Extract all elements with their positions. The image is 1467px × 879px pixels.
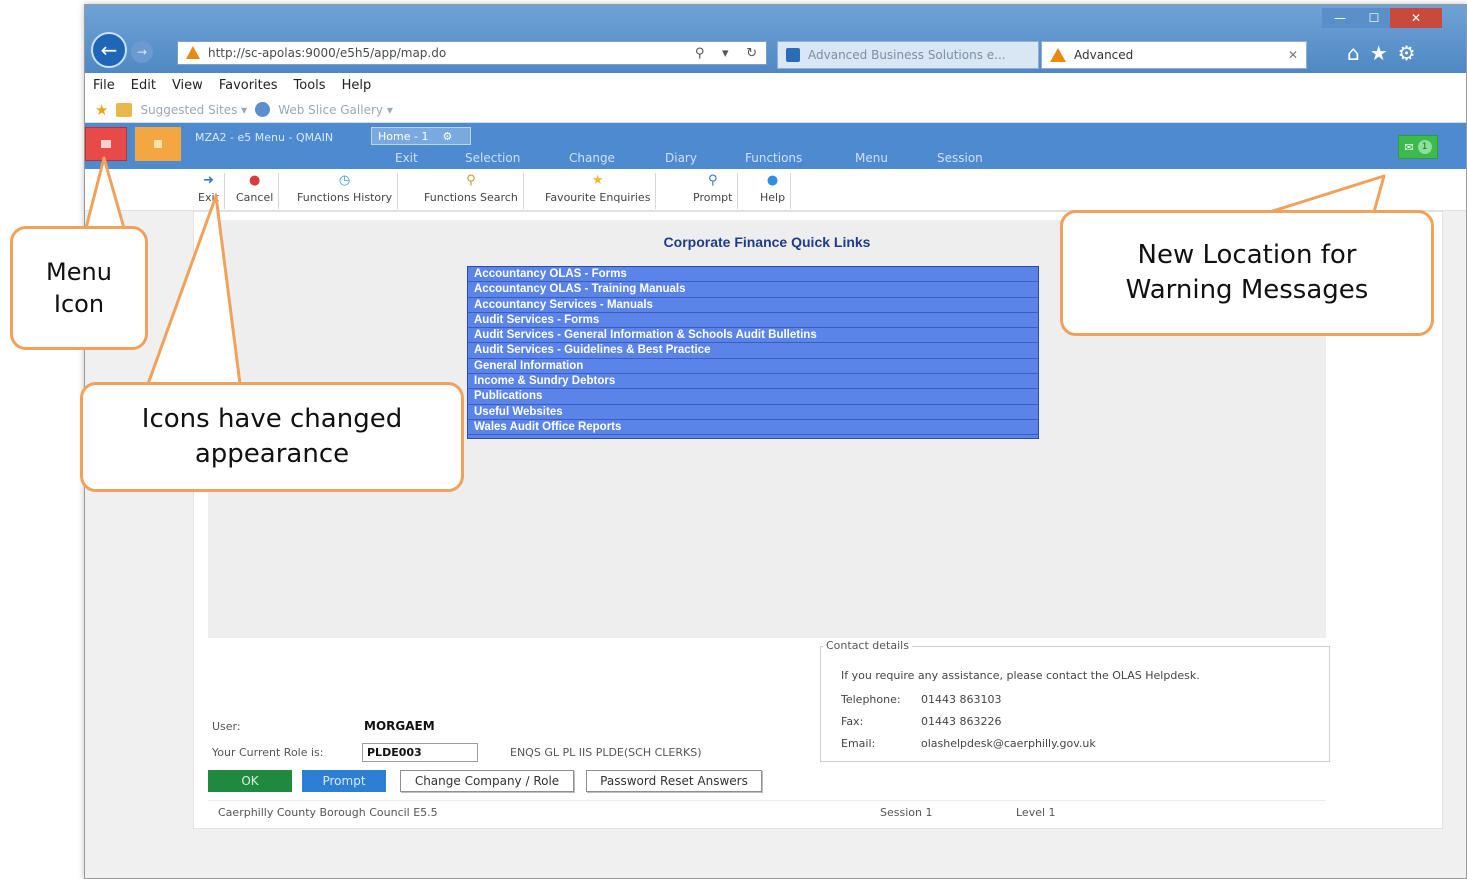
callout-icons-changed: Icons have changed appearance <box>80 382 464 492</box>
site-logo-icon <box>184 46 202 60</box>
functions-history-button[interactable]: ◷ Functions History <box>292 173 399 209</box>
star-icon: ★ <box>591 173 604 188</box>
prompt-submit-button[interactable]: Prompt <box>302 770 386 792</box>
favorites-star-icon[interactable]: ★ <box>1370 41 1388 65</box>
footer-level: Level 1 <box>1016 806 1056 819</box>
nav-functions[interactable]: Functions <box>745 151 802 165</box>
quick-link-item[interactable]: Accountancy OLAS - Training Manuals <box>468 282 1038 298</box>
message-count-badge: 1 <box>1417 140 1432 154</box>
nav-menu[interactable]: Menu <box>855 151 888 165</box>
tab-home[interactable]: Home - 1 ⚙ <box>371 127 471 145</box>
web-slice-gallery-link[interactable]: Web Slice Gallery ▾ <box>278 103 393 117</box>
web-slice-icon <box>255 102 271 117</box>
contact-telephone: Telephone: 01443 863103 <box>841 693 1002 706</box>
advanced-logo-icon <box>1050 48 1066 62</box>
cancel-icon: ● <box>248 173 261 188</box>
home-icon[interactable]: ⌂ <box>1347 41 1360 65</box>
user-label: User: <box>212 720 241 733</box>
quick-link-item[interactable]: Accountancy Services - Manuals <box>468 298 1038 313</box>
menu-favorites[interactable]: Favorites <box>219 78 278 93</box>
menu-file[interactable]: File <box>93 78 115 93</box>
exit-arrow-icon: ➜ <box>202 173 214 188</box>
tab-settings-icon[interactable]: ⚙ <box>442 130 452 143</box>
favourite-enquiries-button[interactable]: ★ Favourite Enquiries <box>540 173 657 209</box>
function-toolbar: ➜ Exit ● Cancel ◷ Functions History ⚲ Fu… <box>85 169 1466 211</box>
role-input[interactable]: PLDE003 <box>362 743 478 762</box>
contact-intro: If you require any assistance, please co… <box>841 669 1200 682</box>
quick-link-item[interactable]: Useful Websites <box>468 405 1038 420</box>
minimize-icon[interactable]: — <box>1322 8 1358 28</box>
menu-tools[interactable]: Tools <box>294 78 326 93</box>
forward-arrow-icon[interactable]: → <box>131 41 153 63</box>
app-header-bar: MZA2 - e5 Menu - QMAIN Home - 1 ⚙ Exit S… <box>85 123 1466 169</box>
menu-icon[interactable] <box>85 127 127 161</box>
site-favicon-icon <box>786 48 800 62</box>
close-icon[interactable]: ✕ <box>1390 8 1442 28</box>
role-label: Your Current Role is: <box>212 746 324 759</box>
footer-session: Session 1 <box>880 806 933 819</box>
user-value: MORGAEM <box>364 719 435 733</box>
menu-help[interactable]: Help <box>342 78 372 93</box>
ok-button[interactable]: OK <box>208 770 292 792</box>
contact-details: Contact details If you require any assis… <box>820 639 1330 762</box>
maximize-icon[interactable]: ☐ <box>1358 8 1390 28</box>
quick-link-item[interactable]: Accountancy OLAS - Forms <box>468 267 1038 283</box>
callout-warning-location: New Location for Warning Messages <box>1060 210 1434 336</box>
nav-session[interactable]: Session <box>937 151 983 165</box>
address-url[interactable]: http://sc-apolas:9000/e5h5/app/map.do <box>208 46 686 60</box>
app-title: MZA2 - e5 Menu - QMAIN <box>195 131 334 144</box>
search-icon: ⚲ <box>466 173 476 188</box>
menu-view[interactable]: View <box>172 78 203 93</box>
browser-title-bar: — ☐ ✕ ← → http://sc-apolas:9000/e5h5/app… <box>85 5 1466 73</box>
browser-tab-advanced[interactable]: Advanced ✕ <box>1041 41 1307 69</box>
history-clock-icon: ◷ <box>338 173 351 188</box>
add-favorite-icon[interactable]: ★ <box>95 101 108 119</box>
nav-exit[interactable]: Exit <box>395 151 418 165</box>
role-description: ENQS GL PL IIS PLDE(SCH CLERKS) <box>510 746 702 759</box>
magnifier-icon: ⚲ <box>707 173 718 188</box>
browser-menu-bar: File Edit View Favorites Tools Help <box>85 73 1466 97</box>
address-bar[interactable]: http://sc-apolas:9000/e5h5/app/map.do ⚲ … <box>177 41 767 65</box>
quick-link-item[interactable]: Income & Sundry Debtors <box>468 374 1038 390</box>
cancel-button[interactable]: ● Cancel <box>231 173 280 209</box>
contact-email: Email: olashelpdesk@caerphilly.gov.uk <box>841 737 1096 750</box>
menu-edit[interactable]: Edit <box>131 78 156 93</box>
favorites-bar: ★ Suggested Sites ▾ Web Slice Gallery ▾ <box>85 97 1466 123</box>
functions-search-button[interactable]: ⚲ Functions Search <box>419 173 524 209</box>
help-icon: ● <box>766 173 779 188</box>
contact-fax: Fax: 01443 863226 <box>841 715 1002 728</box>
search-icon[interactable]: ⚲ <box>695 46 705 61</box>
exit-button[interactable]: ➜ Exit <box>193 173 225 209</box>
contact-legend: Contact details <box>823 639 912 652</box>
footer-divider <box>208 800 1326 801</box>
nav-change[interactable]: Change <box>569 151 615 165</box>
nav-diary[interactable]: Diary <box>665 151 697 165</box>
quick-link-item[interactable]: Audit Services - Forms <box>468 313 1038 329</box>
callout-menu-icon: Menu Icon <box>10 226 148 350</box>
back-arrow-icon[interactable]: ← <box>91 32 127 68</box>
browser-tab-business-solutions[interactable]: Advanced Business Solutions e... <box>777 41 1039 69</box>
quick-links-list: Accountancy OLAS - Forms Accountancy OLA… <box>467 266 1039 439</box>
password-reset-button[interactable]: Password Reset Answers <box>586 770 762 792</box>
orange-menu-icon[interactable] <box>135 127 181 161</box>
prompt-button[interactable]: ⚲ Prompt <box>688 173 739 209</box>
nav-selection[interactable]: Selection <box>465 151 520 165</box>
quick-link-item[interactable]: Wales Audit Office Reports <box>468 420 1038 436</box>
quick-link-item[interactable]: Audit Services - General Information & S… <box>468 328 1038 344</box>
envelope-icon: ✉ <box>1404 140 1414 154</box>
suggested-sites-icon <box>116 102 133 117</box>
quick-link-item[interactable]: General Information <box>468 359 1038 375</box>
refresh-icon[interactable]: ↻ <box>746 46 757 61</box>
footer-organisation: Caerphilly County Borough Council E5.5 <box>218 806 438 819</box>
settings-gear-icon[interactable]: ⚙ <box>1398 41 1416 65</box>
quick-link-item[interactable]: Audit Services - Guidelines & Best Pract… <box>468 343 1038 359</box>
quick-link-item[interactable]: Publications <box>468 389 1038 405</box>
warning-messages-button[interactable]: ✉ 1 <box>1398 135 1438 159</box>
tab-close-icon[interactable]: ✕ <box>1288 48 1298 62</box>
change-company-role-button[interactable]: Change Company / Role <box>400 770 574 792</box>
dropdown-icon[interactable]: ▾ <box>722 46 729 61</box>
help-button[interactable]: ● Help <box>755 173 792 209</box>
suggested-sites-link[interactable]: Suggested Sites ▾ <box>140 103 247 117</box>
